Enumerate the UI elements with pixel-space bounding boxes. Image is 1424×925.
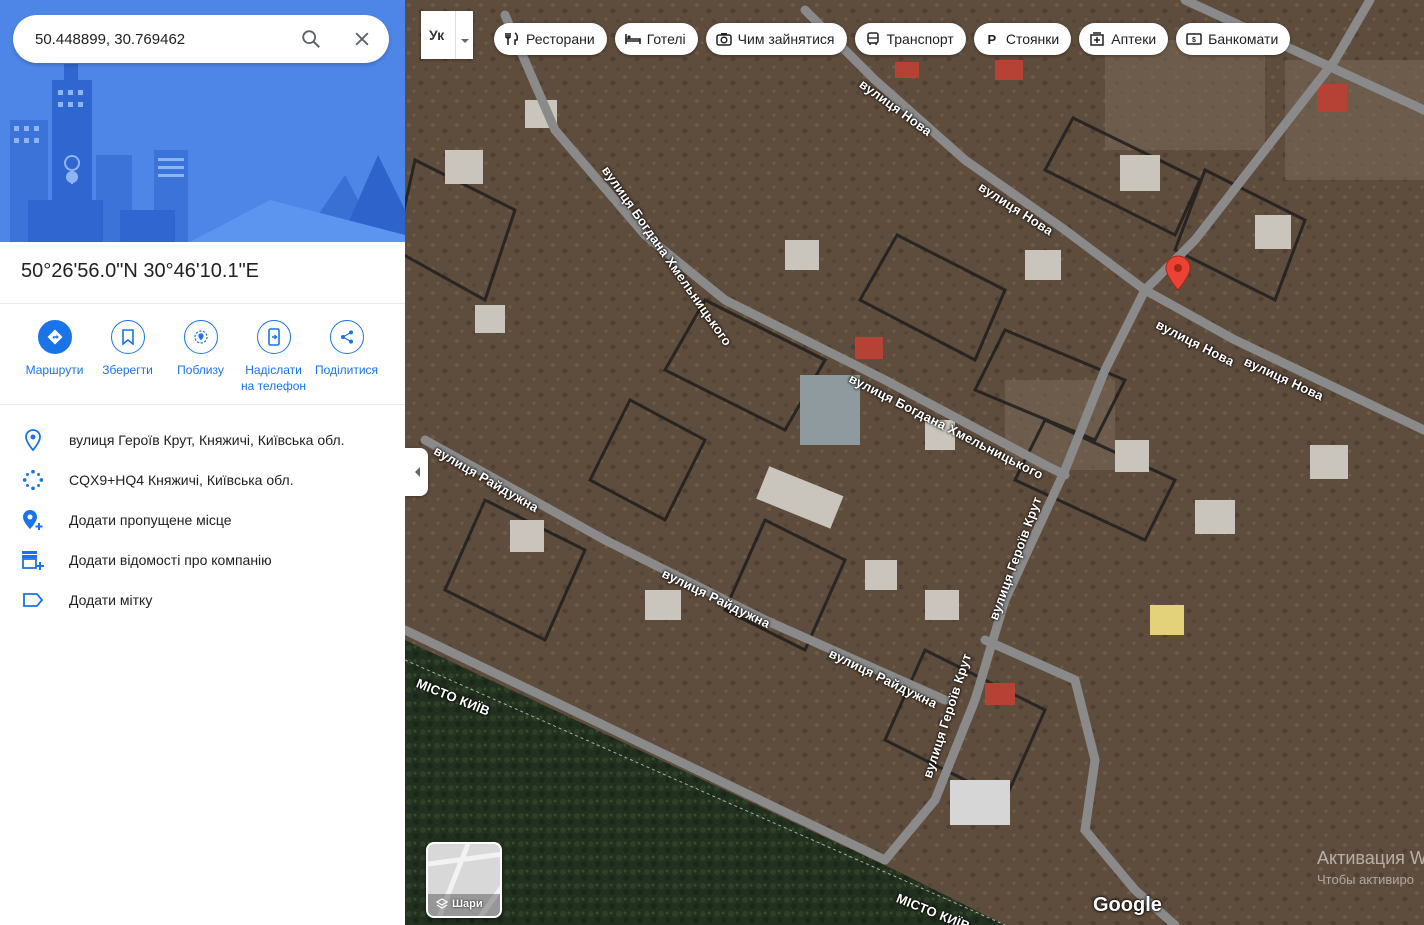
add-business-text: Додати відомості про компанію [69,552,272,568]
place-coordinates: 50°26'56.0"N 30°46'10.1"E [21,260,260,282]
add-business-icon [21,548,45,572]
save-button[interactable]: Зберегти [91,320,164,400]
google-logo: Google [1093,894,1162,916]
parking-icon: P [987,31,997,47]
nearby-label: Поблизу [177,363,224,377]
add-location-icon [21,508,45,532]
search-input[interactable] [35,15,285,63]
sidebar: 50°26'56.0"N 30°46'10.1"E Маршрути Збере… [0,0,406,925]
close-icon[interactable] [350,27,374,51]
pluscode-text: CQX9+HQ4 Княжичі, Київська обл. [69,472,294,488]
share-label: Поділитися [314,363,379,377]
hero-illustration [0,0,405,242]
chevron-down-icon [460,31,470,49]
category-chips: Ресторани Готелі Чим зайнятися Транспорт… [494,23,1291,55]
chip-label: Чим зайнятися [737,31,835,47]
add-missing-place-text: Додати пропущене місце [69,512,232,528]
add-label-text: Додати мітку [69,592,153,608]
windows-activation-watermark: Активация W [1317,848,1424,868]
address-row[interactable]: вулиця Героїв Крут, Княжичі, Київська об… [0,420,405,460]
pluscode-row[interactable]: CQX9+HQ4 Княжичі, Київська обл. [0,460,405,500]
camera-icon [715,31,732,47]
divider [455,11,456,59]
layers-icon [436,898,448,909]
atm-icon: $ [1186,31,1202,47]
layers-button[interactable]: Шари [426,842,502,918]
chip-atms[interactable]: $ Банкомати [1176,23,1291,55]
language-code: Ук [429,27,445,43]
chip-label: Транспорт [886,31,954,47]
svg-text:$: $ [1192,37,1196,44]
divider [0,303,405,304]
language-switcher-button[interactable]: Ук [421,11,473,59]
bus-icon [865,31,881,47]
fork-knife-icon [504,31,520,47]
nearby-icon [183,320,218,354]
chip-label: Банкомати [1208,31,1279,47]
bookmark-icon [110,320,145,354]
collapse-panel-button[interactable] [405,448,428,496]
location-pin-icon [21,428,45,452]
divider [0,404,405,405]
layers-text: Шари [452,898,483,910]
send-to-phone-label: Надіслати на телефон [240,363,307,393]
save-label: Зберегти [102,363,153,377]
address-text: вулиця Героїв Крут, Княжичі, Київська об… [69,432,345,448]
directions-label: Маршрути [25,363,84,377]
chip-label: Готелі [646,31,686,47]
chip-things-to-do[interactable]: Чим зайнятися [705,23,847,55]
share-icon [329,320,364,354]
share-button[interactable]: Поділитися [310,320,383,400]
satellite-imagery [405,0,1424,925]
send-to-phone-button[interactable]: Надіслати на телефон [237,320,310,400]
chevron-left-icon [414,467,420,477]
add-label-row[interactable]: Додати мітку [0,580,405,620]
phone-icon [256,320,291,354]
search-icon[interactable] [299,27,323,51]
chip-label: Стоянки [1005,31,1060,47]
plus-code-icon [21,468,45,492]
bed-icon [624,31,641,47]
pharmacy-icon [1089,31,1105,47]
add-business-row[interactable]: Додати відомості про компанію [0,540,405,580]
satellite-map[interactable]: вулиця Нова вулиця Нова вулиця Нова вули… [405,0,1424,925]
label-icon [21,588,45,612]
chip-label: Аптеки [1111,31,1157,47]
chip-hotels[interactable]: Готелі [614,23,698,55]
directions-button[interactable]: Маршрути [18,320,91,400]
add-missing-place-row[interactable]: Додати пропущене місце [0,500,405,540]
chip-label: Ресторани [526,31,595,47]
search-box [13,15,389,63]
layers-label: Шари [436,898,483,910]
action-bar: Маршрути Зберегти Поблизу Надіслати на т… [18,320,390,400]
chip-transit[interactable]: Транспорт [854,23,966,55]
windows-activation-watermark-sub: Чтобы активиро [1317,872,1415,887]
directions-icon [37,320,72,354]
chip-restaurants[interactable]: Ресторани [494,23,607,55]
chip-parking[interactable]: P Стоянки [973,23,1072,55]
chip-pharmacies[interactable]: Аптеки [1079,23,1169,55]
nearby-button[interactable]: Поблизу [164,320,237,400]
